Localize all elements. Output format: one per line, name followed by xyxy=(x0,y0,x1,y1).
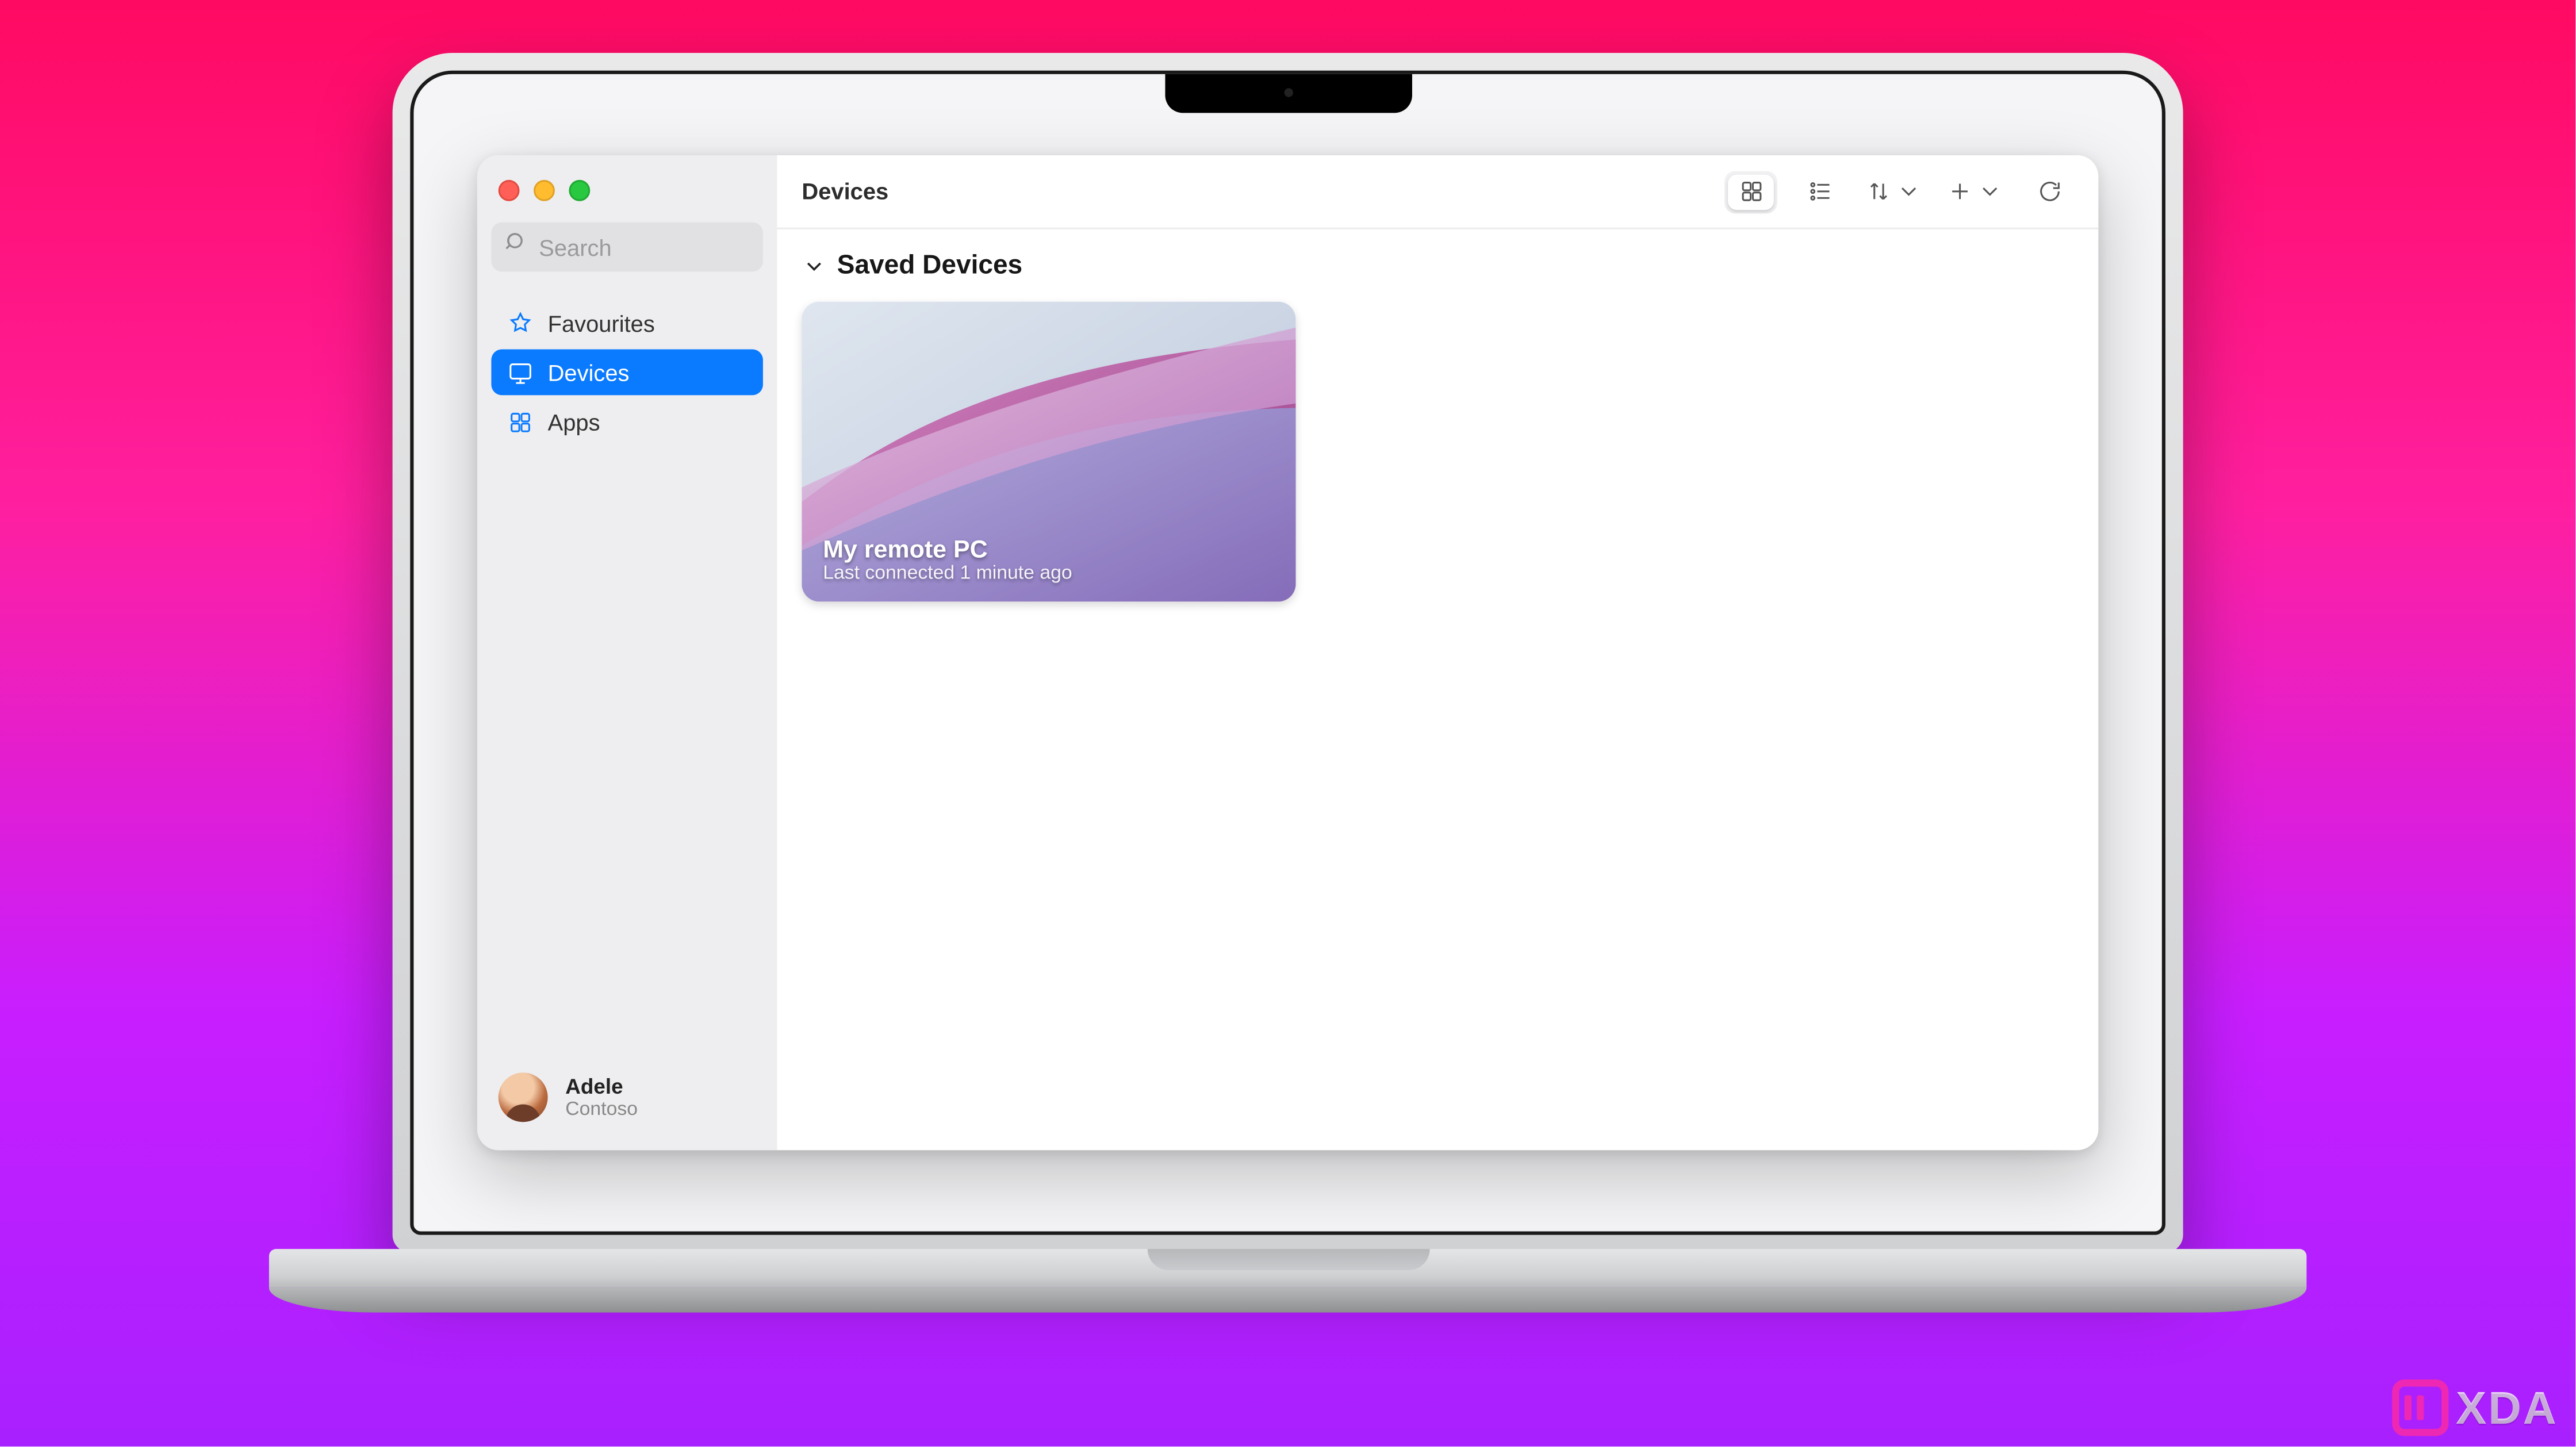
search-icon xyxy=(505,231,528,263)
watermark-text: XDA xyxy=(2456,1381,2558,1435)
minimize-button[interactable] xyxy=(534,180,555,201)
chevron-down-icon xyxy=(1896,178,1922,205)
chevron-down-icon xyxy=(1977,178,2003,205)
sidebar-item-label: Apps xyxy=(548,408,600,435)
plus-icon xyxy=(1947,178,1973,205)
device-subtitle: Last connected 1 minute ago xyxy=(823,563,1274,584)
screen: Favourites Devices xyxy=(410,71,2165,1235)
display-notch xyxy=(1164,74,1412,113)
close-button[interactable] xyxy=(499,180,520,201)
toolbar xyxy=(1724,170,2073,213)
device-card-meta: My remote PC Last connected 1 minute ago xyxy=(823,535,1274,584)
xda-logo-icon xyxy=(2392,1379,2448,1436)
list-icon xyxy=(1807,178,1833,205)
user-meta: Adele Contoso xyxy=(565,1074,638,1120)
maximize-button[interactable] xyxy=(569,180,590,201)
sort-icon xyxy=(1865,178,1892,205)
search-input[interactable] xyxy=(539,234,749,260)
sidebar-item-favourites[interactable]: Favourites xyxy=(491,300,762,346)
sidebar-item-devices[interactable]: Devices xyxy=(491,349,762,395)
user-name: Adele xyxy=(565,1074,638,1099)
main-pane: Devices xyxy=(777,155,2098,1150)
titlebar: Devices xyxy=(777,155,2098,229)
apps-grid-icon xyxy=(505,408,534,436)
laptop-frame: Favourites Devices xyxy=(393,53,2183,1309)
grid-view-button[interactable] xyxy=(1728,174,1774,209)
section-title: Saved Devices xyxy=(837,251,1022,281)
add-button[interactable] xyxy=(1943,170,2006,213)
refresh-icon xyxy=(2035,178,2062,205)
device-card[interactable]: My remote PC Last connected 1 minute ago xyxy=(802,302,1295,602)
avatar xyxy=(499,1072,548,1122)
sidebar: Favourites Devices xyxy=(477,155,777,1150)
window-controls xyxy=(491,173,762,223)
laptop-base xyxy=(269,1249,2307,1309)
account-footer[interactable]: Adele Contoso xyxy=(491,1062,762,1133)
sidebar-nav: Favourites Devices xyxy=(491,300,762,445)
list-view-button[interactable] xyxy=(1795,170,1845,213)
sidebar-item-apps[interactable]: Apps xyxy=(491,398,762,444)
chevron-down-icon xyxy=(802,253,826,278)
star-icon xyxy=(505,309,534,337)
sidebar-item-label: Devices xyxy=(548,359,630,385)
monitor-icon xyxy=(505,358,534,386)
watermark: XDA xyxy=(2392,1379,2558,1436)
search-field[interactable] xyxy=(491,223,762,272)
device-name: My remote PC xyxy=(823,535,1274,563)
sort-button[interactable] xyxy=(1862,170,1925,213)
content-area: Saved Devices xyxy=(777,229,2098,623)
refresh-button[interactable] xyxy=(2025,170,2074,213)
grid-icon xyxy=(1738,178,1764,205)
user-org: Contoso xyxy=(565,1099,638,1120)
sidebar-item-label: Favourites xyxy=(548,309,655,336)
page-title: Devices xyxy=(802,178,888,205)
view-toggle[interactable] xyxy=(1724,170,1777,213)
app-window: Favourites Devices xyxy=(477,155,2098,1150)
section-header[interactable]: Saved Devices xyxy=(802,251,2073,281)
